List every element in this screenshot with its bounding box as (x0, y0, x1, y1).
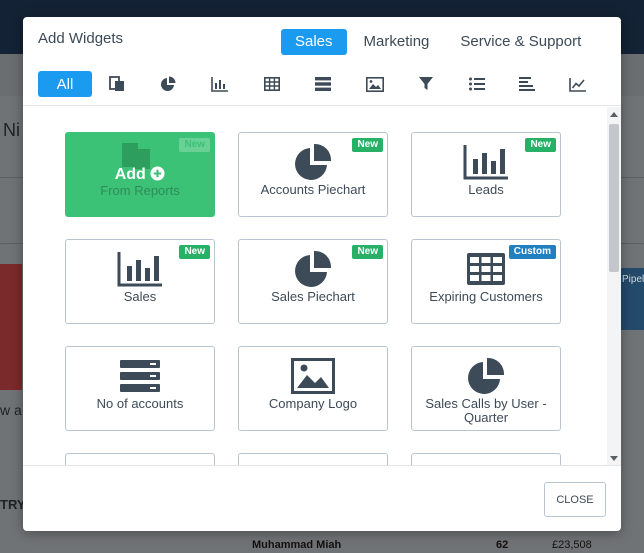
funnel-icon (419, 77, 433, 90)
filter-all-button[interactable]: All (38, 71, 92, 97)
widget-label: Company Logo (268, 396, 358, 411)
widget-leads[interactable]: New Leads (411, 132, 561, 217)
widget-icon (239, 250, 387, 288)
line-chart-icon (569, 77, 586, 92)
background-red-block (0, 264, 22, 390)
piechart-icon (295, 143, 332, 180)
background-text: TRY (0, 497, 26, 512)
filter-reports-button[interactable] (102, 71, 132, 97)
widget-accounts-piechart[interactable]: New Accounts Piechart (238, 132, 388, 217)
background-text: w a (0, 402, 22, 418)
reports-icon (109, 76, 124, 91)
widget-grid-scrollbar[interactable] (607, 107, 621, 465)
widget-sales-calls-by-user-quarter[interactable]: Sales Calls by User - Quarter (411, 346, 561, 431)
add-circle-icon (150, 166, 165, 181)
image-icon (291, 358, 335, 394)
background-table-header: Pipel (620, 268, 644, 330)
close-button[interactable]: CLOSE (544, 482, 606, 517)
barchart-icon (463, 145, 508, 180)
widget-label: Accounts Piechart (260, 182, 366, 197)
widget-label: Sales Piechart (271, 289, 355, 304)
table-icon (467, 253, 505, 285)
filter-barchart-button[interactable] (205, 71, 235, 97)
widget-icon (239, 143, 387, 181)
widget-label: Sales (123, 289, 157, 304)
widget-label: Sales Calls by User - Quarter (425, 396, 547, 425)
new-badge: New (179, 138, 210, 152)
widget-card-partial[interactable] (238, 453, 388, 465)
filter-line-chart-button[interactable] (563, 71, 593, 97)
tab-service-support[interactable]: Service & Support (446, 29, 595, 55)
background-text: Ni (3, 120, 20, 140)
filter-image-button[interactable] (360, 71, 390, 97)
widget-icon (66, 357, 214, 395)
widget-no-of-accounts[interactable]: No of accounts (65, 346, 215, 431)
widget-label: Leads (468, 182, 504, 197)
tab-sales[interactable]: Sales (281, 29, 347, 55)
widget-label: From Reports (100, 183, 180, 198)
widget-sales-piechart[interactable]: New Sales Piechart (238, 239, 388, 324)
filter-bullet-list-button[interactable] (462, 71, 492, 97)
widget-card-partial[interactable] (65, 453, 215, 465)
list-rows-icon (120, 360, 160, 392)
widget-company-logo[interactable]: Company Logo (238, 346, 388, 431)
modal-title: Add Widgets (38, 30, 124, 47)
scroll-up-arrow-icon[interactable] (610, 112, 618, 117)
row-count: 62 (496, 539, 509, 551)
filter-horizontal-bar-button[interactable] (512, 71, 542, 97)
tab-marketing[interactable]: Marketing (350, 29, 444, 55)
widget-sales[interactable]: New Sales (65, 239, 215, 324)
widget-icon (412, 250, 560, 288)
widget-icon (239, 357, 387, 395)
row-name: Muhammad Miah (252, 539, 342, 551)
filter-funnel-button[interactable] (411, 71, 441, 97)
add-widgets-modal: Add Widgets Sales Marketing Service & Su… (23, 17, 621, 531)
widget-icon (412, 143, 560, 181)
row-amount: £23,508 (552, 539, 592, 551)
piechart-icon (468, 357, 505, 394)
add-label: Add (66, 166, 214, 184)
filter-table-button[interactable] (257, 71, 287, 97)
widget-label: Expiring Customers (429, 289, 543, 304)
widget-type-filter-bar: All (23, 69, 621, 106)
barchart-icon (211, 77, 228, 92)
filter-piechart-button[interactable] (153, 71, 183, 97)
widget-category-tabs: Sales Marketing Service & Support (281, 29, 595, 55)
widget-label: No of accounts (96, 396, 184, 411)
widget-card-partial[interactable] (411, 453, 561, 465)
horizontal-bar-icon (519, 77, 535, 91)
widget-add-from-reports[interactable]: New Add From Reports (65, 132, 215, 217)
widget-expiring-customers[interactable]: Custom Expiring Customers (411, 239, 561, 324)
widget-icon (66, 250, 214, 288)
widget-grid: New Add From Reports New Accounts Piecha… (23, 107, 621, 466)
background-text: Pipel (622, 274, 644, 285)
widget-icon (412, 357, 560, 395)
filter-list-rows-button[interactable] (308, 71, 338, 97)
piechart-icon (161, 76, 176, 91)
list-rows-icon (315, 77, 331, 91)
bullet-list-icon (469, 77, 485, 91)
add-text: Add (114, 166, 146, 183)
barchart-icon (117, 252, 162, 287)
scroll-down-arrow-icon[interactable] (610, 456, 618, 461)
scrollbar-thumb[interactable] (609, 124, 619, 272)
background-table-row: Muhammad Miah 62 £23,508 (240, 536, 604, 553)
piechart-icon (295, 250, 332, 287)
image-icon (366, 76, 384, 92)
table-icon (264, 77, 280, 91)
